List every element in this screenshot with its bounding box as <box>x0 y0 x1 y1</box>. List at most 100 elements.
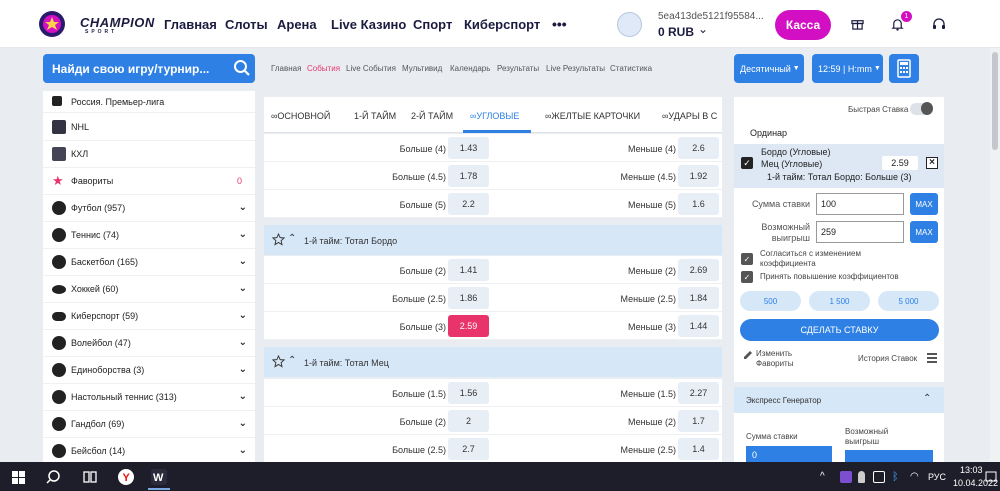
sidebar-item-table-tennis[interactable]: Настольный теннис (313) ⌄ <box>43 384 255 411</box>
express-stake-input[interactable]: 0 <box>746 446 832 462</box>
scrollbar-thumb[interactable] <box>992 52 998 150</box>
chevron-up-icon[interactable]: ^ <box>820 471 832 483</box>
chevron-down-icon[interactable]: ⌄ <box>239 229 247 240</box>
odds-format-dropdown[interactable]: Десятичный ▼ <box>734 54 804 83</box>
balance[interactable]: 0 RUB <box>658 25 694 39</box>
tab-yellow-cards[interactable]: ∞ЖЕЛТЫЕ КАРТОЧКИ <box>545 111 640 121</box>
clock-time[interactable]: 13:03 <box>960 465 983 475</box>
odd-button[interactable]: 2 <box>448 410 489 432</box>
max-stake-button[interactable]: MAX <box>910 193 938 215</box>
tab-single[interactable]: Ординар <box>750 128 787 138</box>
sidebar-item-basketball[interactable]: Баскетбол (165) ⌄ <box>43 249 255 276</box>
odd-button[interactable]: 1.4 <box>678 438 719 460</box>
max-win-button[interactable]: MAX <box>910 221 938 243</box>
yandex-browser-icon[interactable]: Y <box>117 468 135 486</box>
win-input[interactable]: 259 <box>816 221 904 243</box>
quick-amount-button[interactable]: 500 <box>740 291 801 311</box>
notification-center-icon[interactable] <box>985 471 997 483</box>
sidebar-item-russia-premier[interactable]: Россия. Премьер-лига <box>43 91 255 113</box>
chevron-down-icon[interactable]: ⌄ <box>239 337 247 348</box>
champion-logo-icon[interactable] <box>37 9 67 39</box>
quick-amount-button[interactable]: 5 000 <box>878 291 939 311</box>
accept-raise-checkbox[interactable]: ✓ <box>741 271 753 283</box>
chevron-down-icon[interactable]: ⌄ <box>239 256 247 267</box>
nav-sport[interactable]: Спорт <box>413 17 452 32</box>
sidebar-item-tennis[interactable]: Теннис (74) ⌄ <box>43 222 255 249</box>
language-indicator[interactable]: РУС <box>928 472 946 482</box>
nav-arena[interactable]: Арена <box>277 17 317 32</box>
sidebar-item-baseball[interactable]: Бейсбол (14) ⌄ <box>43 438 255 462</box>
search-icon[interactable] <box>46 468 64 486</box>
calculator-button[interactable] <box>889 54 919 83</box>
place-bet-button[interactable]: СДЕЛАТЬ СТАВКУ <box>740 319 939 341</box>
subnav-live-results[interactable]: Live Результаты <box>546 64 605 73</box>
app-w-icon[interactable]: W <box>150 468 168 486</box>
bluetooth-icon[interactable]: ᛒ <box>892 471 904 483</box>
chevron-down-icon[interactable]: ⌄ <box>239 202 247 213</box>
chevron-up-icon[interactable]: ⌃ <box>288 233 296 244</box>
time-format-dropdown[interactable]: 12:59 | H:mm ▼ <box>812 54 883 83</box>
chevron-down-icon[interactable]: ⌄ <box>239 391 247 402</box>
battery-icon[interactable] <box>873 471 885 483</box>
quick-amount-button[interactable]: 1 500 <box>809 291 870 311</box>
pencil-icon[interactable] <box>742 349 754 361</box>
tab-corners[interactable]: ∞УГЛОВЫЕ <box>470 111 519 121</box>
sidebar-item-volleyball[interactable]: Волейбол (47) ⌄ <box>43 330 255 357</box>
subnav-statistics[interactable]: Статистика <box>610 64 652 73</box>
menu-icon[interactable] <box>927 353 937 363</box>
odd-button[interactable]: 2.69 <box>678 259 719 281</box>
chevron-down-icon[interactable]: ⌄ <box>239 310 247 321</box>
nav-live-casino[interactable]: Live Казино <box>331 17 406 32</box>
toggle-knob[interactable] <box>921 102 933 115</box>
tab-main[interactable]: ∞ОСНОВНОЙ <box>271 111 330 121</box>
chevron-up-icon[interactable]: ⌃ <box>923 393 931 404</box>
chevron-down-icon[interactable]: ⌄ <box>698 22 708 36</box>
close-icon[interactable]: × <box>926 157 938 169</box>
stake-input[interactable]: 100 <box>816 193 904 215</box>
cashier-button[interactable]: Касса <box>775 10 831 40</box>
odd-button[interactable]: 2.6 <box>678 137 719 159</box>
sidebar-item-nhl[interactable]: NHL <box>43 114 255 141</box>
gift-icon[interactable] <box>851 17 864 30</box>
pen-icon[interactable] <box>840 471 852 483</box>
accept-change-checkbox[interactable]: ✓ <box>741 253 753 265</box>
odd-button[interactable]: 1.6 <box>678 193 719 215</box>
odd-button-selected[interactable]: 2.59 <box>448 315 489 337</box>
chevron-up-icon[interactable]: ⌃ <box>288 355 296 366</box>
microphone-icon[interactable] <box>858 471 865 483</box>
sidebar-item-hockey[interactable]: Хоккей (60) ⌄ <box>43 276 255 303</box>
sidebar-item-esport[interactable]: Киберспорт (59) ⌄ <box>43 303 255 330</box>
search-bar[interactable]: Найди свою игру/турнир... <box>43 54 255 83</box>
odd-button[interactable]: 2.27 <box>678 382 719 404</box>
odd-button[interactable]: 2.2 <box>448 193 489 215</box>
windows-start-icon[interactable] <box>12 471 25 484</box>
subnav-events[interactable]: События <box>307 64 340 73</box>
tab-first-half[interactable]: 1-Й ТАЙМ <box>354 111 396 121</box>
chevron-down-icon[interactable]: ⌄ <box>239 364 247 375</box>
odd-button[interactable]: 2.7 <box>448 438 489 460</box>
odd-button[interactable]: 1.43 <box>448 137 489 159</box>
odd-button[interactable]: 1.78 <box>448 165 489 187</box>
search-input[interactable]: Найди свою игру/турнир... <box>52 62 209 76</box>
edit-favorites-button[interactable]: Изменить Фавориты <box>756 349 793 369</box>
subnav-live-events[interactable]: Live События <box>346 64 396 73</box>
subnav-main[interactable]: Главная <box>271 64 301 73</box>
bet-checkbox[interactable]: ✓ <box>741 157 753 169</box>
sidebar-item-favorites[interactable]: ★ Фавориты 0 <box>43 168 255 195</box>
wifi-icon[interactable]: ◠ <box>910 471 922 483</box>
express-win-input[interactable] <box>845 450 933 462</box>
odd-button[interactable]: 1.56 <box>448 382 489 404</box>
sidebar-item-handball[interactable]: Гандбол (69) ⌄ <box>43 411 255 438</box>
nav-main[interactable]: Главная <box>164 17 217 32</box>
headset-icon[interactable] <box>932 17 946 31</box>
subnav-calendar[interactable]: Календарь <box>450 64 490 73</box>
odd-button[interactable]: 1.92 <box>678 165 719 187</box>
chevron-down-icon[interactable]: ⌄ <box>239 445 247 456</box>
odd-button[interactable]: 1.86 <box>448 287 489 309</box>
sidebar-item-khl[interactable]: КХЛ <box>43 141 255 168</box>
chevron-down-icon[interactable]: ⌄ <box>239 418 247 429</box>
star-outline-icon[interactable] <box>272 233 285 246</box>
odd-button[interactable]: 1.84 <box>678 287 719 309</box>
market-group-header[interactable]: ⌃ 1-й тайм: Тотал Бордо <box>264 225 722 255</box>
nav-slots[interactable]: Слоты <box>225 17 268 32</box>
